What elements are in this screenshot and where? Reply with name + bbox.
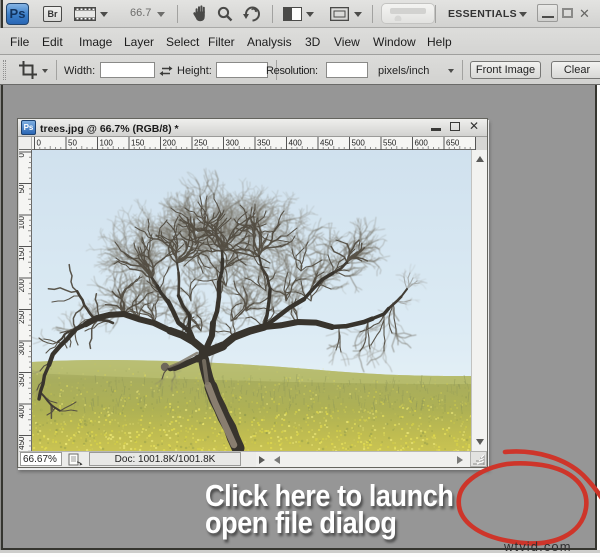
svg-text:650: 650 xyxy=(446,139,460,148)
svg-text:150: 150 xyxy=(19,247,26,261)
svg-text:550: 550 xyxy=(383,139,397,148)
svg-text:450: 450 xyxy=(320,139,334,148)
svg-text:450: 450 xyxy=(19,436,26,450)
svg-text:350: 350 xyxy=(19,373,26,387)
svg-text:400: 400 xyxy=(289,139,303,148)
svg-text:50: 50 xyxy=(68,139,77,148)
svg-text:300: 300 xyxy=(19,341,26,355)
svg-text:200: 200 xyxy=(19,278,26,292)
svg-text:350: 350 xyxy=(257,139,271,148)
svg-text:0: 0 xyxy=(37,139,42,148)
svg-text:100: 100 xyxy=(100,139,114,148)
svg-text:200: 200 xyxy=(163,139,177,148)
svg-text:300: 300 xyxy=(226,139,240,148)
svg-text:150: 150 xyxy=(131,139,145,148)
svg-text:100: 100 xyxy=(19,215,26,229)
svg-text:250: 250 xyxy=(19,310,26,324)
svg-text:250: 250 xyxy=(194,139,208,148)
svg-text:500: 500 xyxy=(352,139,366,148)
svg-text:0: 0 xyxy=(19,152,26,157)
svg-text:600: 600 xyxy=(415,139,429,148)
svg-text:50: 50 xyxy=(19,184,26,193)
svg-text:400: 400 xyxy=(19,404,26,418)
